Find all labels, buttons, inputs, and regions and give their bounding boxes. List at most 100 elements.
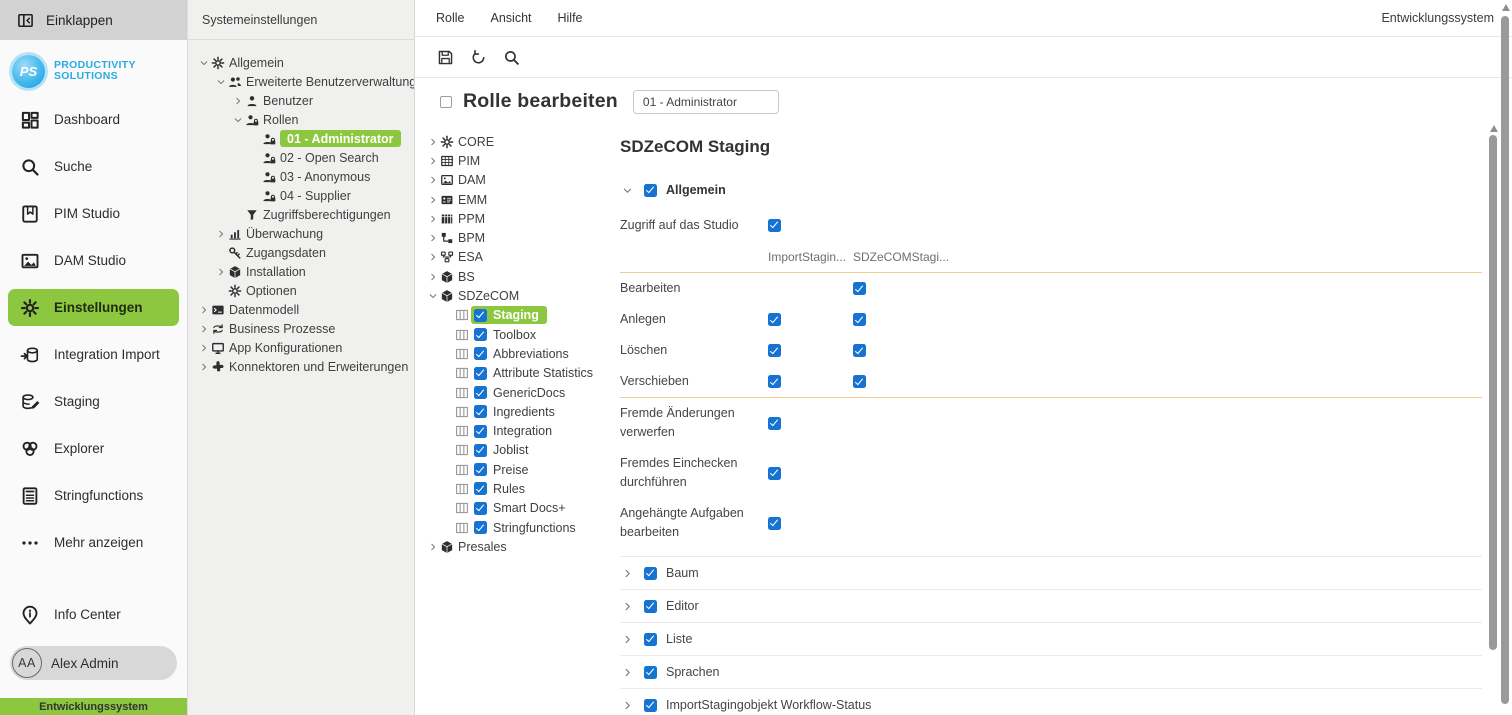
module-checkbox[interactable] xyxy=(474,347,487,360)
module-rules[interactable]: Rules xyxy=(425,479,610,498)
chevron-right-icon[interactable] xyxy=(196,343,211,353)
section-editor[interactable]: Editor xyxy=(620,589,1482,622)
module-checkbox[interactable] xyxy=(474,444,487,457)
role-header-checkbox[interactable] xyxy=(440,96,452,108)
role-name-input[interactable] xyxy=(633,90,779,114)
permission-checkbox[interactable] xyxy=(853,375,866,388)
permission-checkbox[interactable] xyxy=(768,517,781,530)
module-checkbox[interactable] xyxy=(474,425,487,438)
save-button[interactable] xyxy=(435,47,456,68)
sidebar-item-staging[interactable]: Staging xyxy=(0,378,187,425)
module-genericdocs[interactable]: GenericDocs xyxy=(425,383,610,402)
sidebar-item-mehr-anzeigen[interactable]: Mehr anzeigen xyxy=(0,519,187,566)
collapse-sidebar-button[interactable]: Einklappen xyxy=(0,0,187,40)
sidebar-item-info-center[interactable]: Info Center xyxy=(0,591,187,638)
chevron-down-icon[interactable] xyxy=(425,291,440,301)
scroll-up-arrow[interactable] xyxy=(1490,125,1498,132)
tree-item-02-open-search[interactable]: 02 - Open Search xyxy=(194,148,412,167)
chevron-right-icon[interactable] xyxy=(425,137,440,147)
tree-item-04-supplier[interactable]: 04 - Supplier xyxy=(194,186,412,205)
section-sprachen[interactable]: Sprachen xyxy=(620,655,1482,688)
sidebar-item-pim-studio[interactable]: PIM Studio xyxy=(0,190,187,237)
permission-checkbox[interactable] xyxy=(853,282,866,295)
permission-checkbox[interactable] xyxy=(768,417,781,430)
chevron-down-icon[interactable] xyxy=(196,58,211,68)
tree-item-konnektoren-und-erweiterungen[interactable]: Konnektoren und Erweiterungen xyxy=(194,357,412,376)
module-staging[interactable]: Staging xyxy=(425,306,610,325)
chevron-right-icon[interactable] xyxy=(425,214,440,224)
module-attribute-statistics[interactable]: Attribute Statistics xyxy=(425,364,610,383)
module-checkbox[interactable] xyxy=(474,482,487,495)
tree-item-installation[interactable]: Installation xyxy=(194,262,412,281)
module-esa[interactable]: ESA xyxy=(425,248,610,267)
chevron-right-icon[interactable] xyxy=(425,195,440,205)
module-emm[interactable]: EMM xyxy=(425,190,610,209)
scrollbar-thumb[interactable] xyxy=(1501,16,1509,704)
tree-item-zugangsdaten[interactable]: Zugangsdaten xyxy=(194,243,412,262)
tree-item-erweiterte-benutzerverwaltung[interactable]: Erweiterte Benutzerverwaltung xyxy=(194,72,412,91)
section-checkbox[interactable] xyxy=(644,600,657,613)
zugriff-checkbox[interactable] xyxy=(768,219,781,232)
sidebar-item-einstellungen[interactable]: Einstellungen xyxy=(8,289,179,326)
section-importstagingobjekt-workflow-status[interactable]: ImportStagingobjekt Workflow-Status xyxy=(620,688,1482,715)
section-liste[interactable]: Liste xyxy=(620,622,1482,655)
sidebar-item-stringfunctions[interactable]: Stringfunctions xyxy=(0,472,187,519)
chevron-right-icon[interactable] xyxy=(196,324,211,334)
user-menu[interactable]: AA Alex Admin xyxy=(10,646,177,680)
module-core[interactable]: CORE xyxy=(425,132,610,151)
chevron-down-icon[interactable] xyxy=(620,185,635,196)
chevron-right-icon[interactable] xyxy=(425,233,440,243)
tree-item-optionen[interactable]: Optionen xyxy=(194,281,412,300)
chevron-right-icon[interactable] xyxy=(213,267,228,277)
chevron-right-icon[interactable] xyxy=(425,542,440,552)
module-presales[interactable]: Presales xyxy=(425,537,610,556)
chevron-right-icon[interactable] xyxy=(213,229,228,239)
section-baum[interactable]: Baum xyxy=(620,556,1482,589)
section-checkbox[interactable] xyxy=(644,666,657,679)
module-checkbox[interactable] xyxy=(474,463,487,476)
module-bs[interactable]: BS xyxy=(425,267,610,286)
menu-item-ansicht[interactable]: Ansicht xyxy=(491,11,532,25)
chevron-right-icon[interactable] xyxy=(196,362,211,372)
section-checkbox[interactable] xyxy=(644,633,657,646)
section-allgemein[interactable]: Allgemein xyxy=(620,177,1482,203)
module-pim[interactable]: PIM xyxy=(425,151,610,170)
module-stringfunctions[interactable]: Stringfunctions xyxy=(425,518,610,537)
sidebar-item-integration-import[interactable]: Integration Import xyxy=(0,331,187,378)
chevron-down-icon[interactable] xyxy=(213,77,228,87)
chevron-right-icon[interactable] xyxy=(425,175,440,185)
module-ingredients[interactable]: Ingredients xyxy=(425,402,610,421)
permission-checkbox[interactable] xyxy=(768,313,781,326)
chevron-right-icon[interactable] xyxy=(196,305,211,315)
chevron-right-icon[interactable] xyxy=(620,601,635,612)
permission-checkbox[interactable] xyxy=(768,344,781,357)
module-smart-docs[interactable]: Smart Docs+ xyxy=(425,499,610,518)
allgemein-checkbox[interactable] xyxy=(644,184,657,197)
tree-item-rollen[interactable]: Rollen xyxy=(194,110,412,129)
chevron-right-icon[interactable] xyxy=(230,96,245,106)
module-checkbox[interactable] xyxy=(474,405,487,418)
module-abbreviations[interactable]: Abbreviations xyxy=(425,344,610,363)
menu-item-rolle[interactable]: Rolle xyxy=(436,11,465,25)
tree-item-allgemein[interactable]: Allgemein xyxy=(194,53,412,72)
chevron-right-icon[interactable] xyxy=(425,156,440,166)
module-checkbox[interactable] xyxy=(474,502,487,515)
chevron-right-icon[interactable] xyxy=(425,272,440,282)
module-bpm[interactable]: BPM xyxy=(425,228,610,247)
permission-checkbox[interactable] xyxy=(853,344,866,357)
magnifier-button[interactable] xyxy=(501,47,522,68)
refresh-button[interactable] xyxy=(468,47,489,68)
module-preise[interactable]: Preise xyxy=(425,460,610,479)
module-joblist[interactable]: Joblist xyxy=(425,441,610,460)
section-checkbox[interactable] xyxy=(644,699,657,712)
sidebar-item-dashboard[interactable]: Dashboard xyxy=(0,96,187,143)
chevron-right-icon[interactable] xyxy=(425,252,440,262)
chevron-right-icon[interactable] xyxy=(620,568,635,579)
tree-item-03-anonymous[interactable]: 03 - Anonymous xyxy=(194,167,412,186)
module-integration[interactable]: Integration xyxy=(425,421,610,440)
tree-item-01-administrator[interactable]: 01 - Administrator xyxy=(194,129,412,148)
tree-item-app-konfigurationen[interactable]: App Konfigurationen xyxy=(194,338,412,357)
scroll-up-arrow[interactable] xyxy=(1502,4,1510,11)
sidebar-item-explorer[interactable]: Explorer xyxy=(0,425,187,472)
tree-item-business-prozesse[interactable]: Business Prozesse xyxy=(194,319,412,338)
